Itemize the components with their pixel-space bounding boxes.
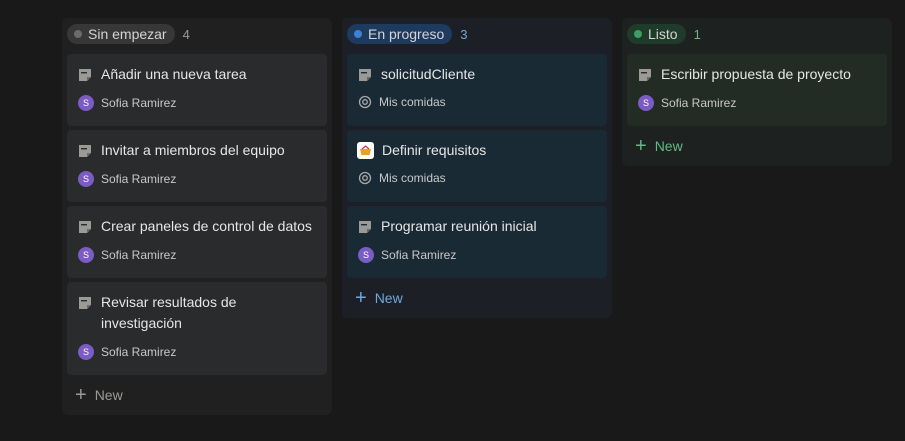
- card-title: Revisar resultados de investigación: [101, 294, 237, 331]
- card-relation: Mis comidas: [379, 171, 446, 185]
- card-assignee: Sofia Ramirez: [661, 96, 737, 110]
- column-sin-empezar: Sin empezar 4 Añadir una nueva tarea S S…: [62, 18, 332, 415]
- status-pill[interactable]: Sin empezar: [67, 24, 175, 44]
- card[interactable]: Escribir propuesta de proyecto S Sofia R…: [627, 54, 887, 126]
- plus-icon: +: [75, 384, 87, 406]
- new-label: New: [654, 138, 683, 154]
- card-assignee: Sofia Ramirez: [101, 248, 177, 262]
- column-en-progreso: En progreso 3 solicitudCliente Mis comid…: [342, 18, 612, 318]
- card-title: Programar reunión inicial: [381, 218, 537, 234]
- page-icon: [79, 221, 91, 233]
- avatar: S: [78, 95, 94, 111]
- card-title: Invitar a miembros del equipo: [101, 142, 285, 158]
- card[interactable]: Programar reunión inicial S Sofia Ramire…: [347, 206, 607, 278]
- page-icon: [359, 221, 371, 233]
- card-assignee: Sofia Ramirez: [101, 172, 177, 186]
- page-icon: [639, 69, 651, 81]
- column-listo: Listo 1 Escribir propuesta de proyecto S…: [622, 18, 892, 166]
- card-title: Añadir una nueva tarea: [101, 66, 247, 82]
- card-assignee: Sofia Ramirez: [101, 96, 177, 110]
- page-icon: [79, 145, 91, 157]
- card-title: solicitudCliente: [381, 66, 476, 82]
- avatar: S: [78, 344, 94, 360]
- page-icon: [79, 297, 91, 309]
- plus-icon: +: [635, 135, 647, 157]
- new-card-button[interactable]: + New: [67, 377, 327, 407]
- status-pill[interactable]: Listo: [627, 24, 686, 44]
- new-card-button[interactable]: + New: [347, 280, 607, 310]
- card[interactable]: Crear paneles de control de datos S Sofi…: [67, 206, 327, 278]
- column-header: Listo 1: [627, 18, 887, 50]
- card-title: Escribir propuesta de proyecto: [661, 66, 851, 82]
- card[interactable]: Añadir una nueva tarea S Sofia Ramirez: [67, 54, 327, 126]
- status-dot-icon: [354, 30, 362, 38]
- column-header: En progreso 3: [347, 18, 607, 50]
- column-count: 1: [693, 26, 701, 42]
- page-icon: [359, 69, 371, 81]
- page-icon: [79, 69, 91, 81]
- new-label: New: [374, 290, 403, 306]
- board: Sin empezar 4 Añadir una nueva tarea S S…: [62, 18, 892, 415]
- column-label: Sin empezar: [88, 26, 167, 42]
- column-label: En progreso: [368, 26, 445, 42]
- avatar: S: [638, 95, 654, 111]
- column-label: Listo: [648, 26, 678, 42]
- avatar: S: [358, 247, 374, 263]
- card-assignee: Sofia Ramirez: [381, 248, 457, 262]
- card-assignee: Sofia Ramirez: [101, 345, 177, 359]
- avatar: S: [78, 247, 94, 263]
- card-title: Crear paneles de control de datos: [101, 218, 312, 234]
- new-label: New: [94, 387, 123, 403]
- plus-icon: +: [355, 287, 367, 309]
- column-count: 3: [460, 26, 468, 42]
- avatar: S: [78, 171, 94, 187]
- card-relation: Mis comidas: [379, 95, 446, 109]
- status-dot-icon: [74, 30, 82, 38]
- column-header: Sin empezar 4: [67, 18, 327, 50]
- column-count: 4: [182, 26, 190, 42]
- status-dot-icon: [634, 30, 642, 38]
- card[interactable]: solicitudCliente Mis comidas: [347, 54, 607, 126]
- card[interactable]: Revisar resultados de investigación S So…: [67, 282, 327, 375]
- card[interactable]: Invitar a miembros del equipo S Sofia Ra…: [67, 130, 327, 202]
- status-pill[interactable]: En progreso: [347, 24, 453, 44]
- target-icon: [358, 171, 372, 185]
- basket-icon: [357, 142, 374, 159]
- target-icon: [358, 95, 372, 109]
- card[interactable]: Definir requisitos Mis comidas: [347, 130, 607, 202]
- new-card-button[interactable]: + New: [627, 128, 887, 158]
- card-title: Definir requisitos: [382, 142, 487, 158]
